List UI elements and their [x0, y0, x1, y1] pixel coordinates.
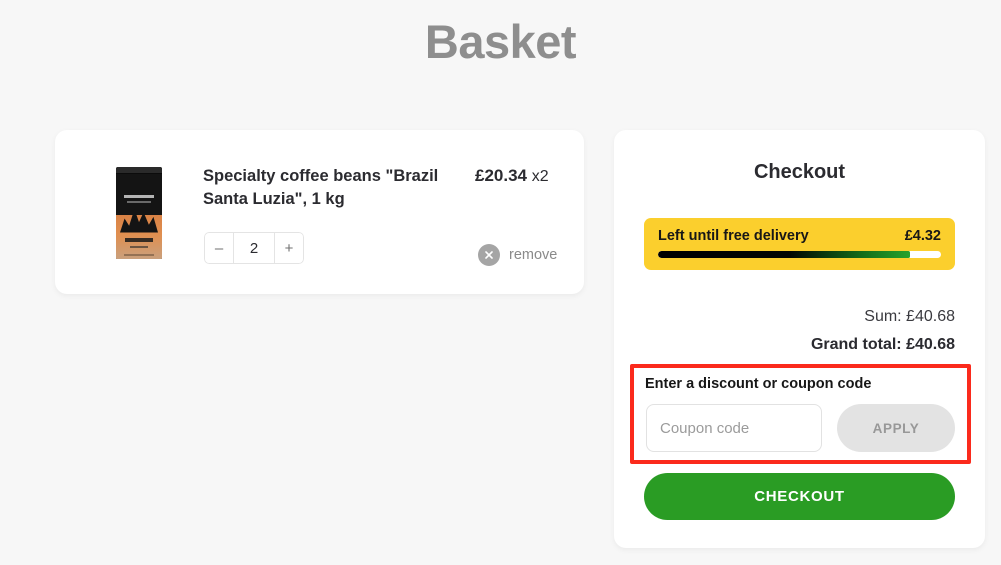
remove-item-label: remove	[509, 247, 558, 263]
coffee-bag-brand-line	[124, 194, 154, 198]
coffee-bag-icon	[116, 166, 162, 259]
order-sum: Sum: £40.68	[864, 308, 955, 325]
quantity-value[interactable]: 2	[233, 232, 275, 264]
coffee-bag-name-line	[125, 237, 153, 242]
quantity-stepper: – 2 +	[204, 232, 304, 264]
product-name[interactable]: Specialty coffee beans "Brazil Santa Luz…	[203, 165, 453, 211]
product-thumbnail[interactable]	[108, 165, 170, 260]
apply-coupon-button[interactable]: APPLY	[837, 404, 955, 452]
free-delivery-label: Left until free delivery	[658, 228, 809, 244]
close-circle-icon[interactable]	[478, 244, 500, 266]
coupon-section: Enter a discount or coupon code APPLY	[630, 364, 971, 464]
quantity-decrement-button[interactable]: –	[204, 232, 233, 264]
coupon-section-title: Enter a discount or coupon code	[645, 376, 872, 392]
basket-page: Basket Specialty coffee beans "Brazil Sa…	[0, 0, 1001, 565]
free-delivery-header: Left until free delivery £4.32	[658, 228, 941, 244]
quantity-increment-button[interactable]: +	[275, 232, 304, 264]
product-price: £20.34 x2	[475, 166, 549, 186]
page-title: Basket	[424, 15, 577, 68]
checkout-panel-title: Checkout	[753, 161, 846, 183]
coffee-bag-seal	[116, 166, 162, 174]
product-price-multiplier: x2	[531, 168, 549, 185]
coffee-bag-subtitle-line	[127, 200, 151, 203]
basket-item-card: Specialty coffee beans "Brazil Santa Luz…	[55, 130, 584, 294]
free-delivery-progress-fill	[658, 251, 910, 258]
free-delivery-progress-track	[658, 251, 941, 258]
remove-item-button[interactable]: remove	[478, 244, 557, 266]
product-price-amount: £20.34	[475, 166, 527, 185]
coffee-bag-weight-line	[124, 253, 154, 256]
order-totals: Sum: £40.68 Grand total: £40.68	[811, 305, 955, 358]
coupon-code-input[interactable]	[646, 404, 822, 452]
coffee-bag-origin-line	[130, 245, 148, 248]
free-delivery-amount: £4.32	[904, 228, 941, 244]
checkout-submit-button[interactable]: CHECKOUT	[644, 473, 955, 520]
free-delivery-banner: Left until free delivery £4.32	[644, 218, 955, 270]
coffee-bag-lower-panel	[116, 214, 162, 259]
order-grand-total: Grand total: £40.68	[810, 336, 955, 353]
basket-item-row: Specialty coffee beans "Brazil Santa Luz…	[55, 130, 584, 294]
